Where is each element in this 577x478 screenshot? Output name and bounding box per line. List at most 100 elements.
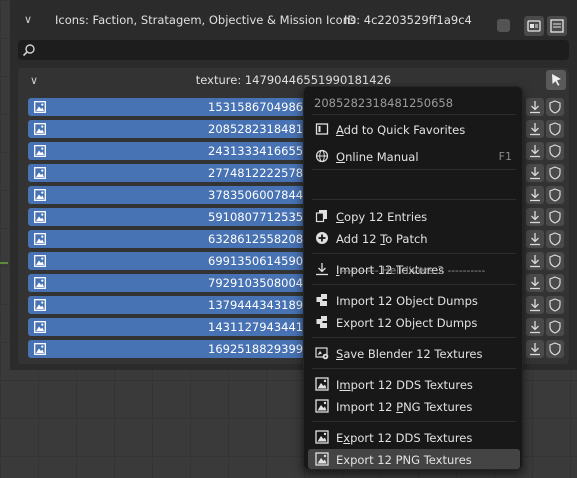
shield-button[interactable]: [546, 230, 564, 248]
texture-id: 59108077125355: [208, 210, 311, 224]
cursor-icon: [552, 74, 561, 86]
image-icon: [315, 399, 329, 413]
archive-id: ID: 4c2203529ff1a9c4: [344, 13, 472, 27]
enable-checkbox[interactable]: [497, 19, 510, 32]
download-button[interactable]: [526, 142, 544, 160]
shield-button[interactable]: [546, 186, 564, 204]
panel-header[interactable]: ∨ Icons: Faction, Stratagem, Objective &…: [10, 6, 577, 36]
object-dump-icon: [316, 294, 327, 306]
download-button[interactable]: [526, 120, 544, 138]
shield-button[interactable]: [546, 296, 564, 314]
menu-item-label: Copy 12 Entries: [336, 210, 428, 224]
menu-item-add-to-quick-favorites[interactable]: Add to Quick Favorites: [308, 119, 520, 139]
image-icon: [34, 233, 46, 245]
menu-item-import-12-dds-textures[interactable]: Import 12 DDS Textures: [308, 374, 520, 394]
shield-button[interactable]: [546, 164, 564, 182]
image-icon: [34, 299, 46, 311]
texture-id: 13794443431896: [208, 298, 311, 312]
shield-icon: [549, 166, 561, 180]
menu-separator: [312, 368, 516, 369]
quick-favorites-icon: [315, 123, 329, 135]
texture-id: 15315867049861: [208, 100, 311, 114]
shield-button[interactable]: [546, 340, 564, 358]
download-button[interactable]: [526, 296, 544, 314]
download-icon: [530, 189, 540, 202]
download-button[interactable]: [526, 208, 544, 226]
id-card-icon: [527, 20, 541, 32]
download-button[interactable]: [526, 274, 544, 292]
image-icon: [34, 123, 46, 135]
download-icon: [530, 277, 540, 290]
texture-group-label: texture: 14790446551990181426: [195, 73, 392, 87]
collapse-chevron-icon[interactable]: ∨: [22, 14, 34, 26]
download-button[interactable]: [526, 164, 544, 182]
menu-item-copy-12-entries[interactable]: Copy 12 Entries: [308, 206, 520, 226]
search-input[interactable]: [18, 40, 569, 60]
globe-icon: [315, 149, 329, 163]
menu-item-import-12-object-dumps[interactable]: Import 12 Object Dumps: [308, 290, 520, 310]
menu-separator: [312, 114, 516, 115]
save-blender-icon: [315, 347, 329, 360]
download-button[interactable]: [526, 186, 544, 204]
shield-button[interactable]: [546, 208, 564, 226]
download-button[interactable]: [526, 340, 544, 358]
panel-options-button[interactable]: [547, 16, 567, 36]
shield-icon: [549, 342, 561, 356]
shield-button[interactable]: [546, 252, 564, 270]
menu-item-label: Online Manual: [336, 150, 419, 164]
image-icon: [34, 189, 46, 201]
shield-icon: [549, 122, 561, 136]
image-icon: [34, 277, 46, 289]
menu-item-export-12-png-textures[interactable]: Export 12 PNG Textures: [308, 449, 520, 469]
texture-id: 79291035080046: [208, 276, 311, 290]
shield-icon: [549, 298, 561, 312]
shield-button[interactable]: [546, 120, 564, 138]
list-icon: [550, 19, 564, 33]
shield-icon: [549, 276, 561, 290]
image-icon: [34, 321, 46, 333]
image-icon: [34, 145, 46, 157]
menu-item-save-blender-12-textures[interactable]: Save Blender 12 Textures: [308, 343, 520, 363]
menu-item-export-12-object-dumps[interactable]: Export 12 Object Dumps: [308, 312, 520, 332]
menu-item-label: Import 12 Object Dumps: [336, 294, 478, 308]
context-menu: 2085282318481250658 Add to Quick Favorit…: [303, 86, 523, 470]
id-card-button[interactable]: [524, 16, 544, 36]
menu-item-online-manual[interactable]: Online Manual F1: [308, 146, 520, 166]
download-button[interactable]: [526, 230, 544, 248]
download-icon: [530, 123, 540, 136]
shield-button[interactable]: [546, 142, 564, 160]
shortcut-label: F1: [498, 150, 512, 163]
menu-item-add-12-to-patch[interactable]: Add 12 To Patch: [308, 228, 520, 248]
menu-item-label: Add 12 To Patch: [336, 232, 428, 246]
search-icon: [22, 44, 35, 57]
download-icon: [530, 101, 540, 114]
download-button[interactable]: [526, 98, 544, 116]
download-icon: [530, 343, 540, 356]
shield-button[interactable]: [546, 98, 564, 116]
texture-id: 20852823184812: [208, 122, 311, 136]
menu-item-import-12-png-textures[interactable]: Import 12 PNG Textures: [308, 396, 520, 416]
texture-id: 16925188293993: [208, 342, 311, 356]
image-icon: [315, 452, 329, 466]
download-icon: [530, 299, 540, 312]
texture-id: 69913506145905: [208, 254, 311, 268]
texture-id: 24313334166557: [208, 144, 311, 158]
copy-icon: [315, 210, 327, 223]
menu-item-export-12-dds-textures[interactable]: Export 12 DDS Textures: [308, 427, 520, 447]
menu-separator: [312, 421, 516, 422]
menu-separator: [312, 284, 516, 285]
shield-button[interactable]: [546, 318, 564, 336]
download-icon: [530, 255, 540, 268]
download-button[interactable]: [526, 318, 544, 336]
shield-button[interactable]: [546, 274, 564, 292]
menu-group-label: ---------- Helldivers 2 ----------: [340, 265, 486, 277]
download-icon: [530, 211, 540, 224]
download-icon: [530, 233, 540, 246]
image-icon: [315, 430, 329, 444]
shield-icon: [549, 188, 561, 202]
shield-icon: [549, 320, 561, 334]
shield-icon: [549, 210, 561, 224]
menu-separator: [312, 253, 516, 254]
download-button[interactable]: [526, 252, 544, 270]
select-cursor-button[interactable]: [546, 70, 566, 90]
